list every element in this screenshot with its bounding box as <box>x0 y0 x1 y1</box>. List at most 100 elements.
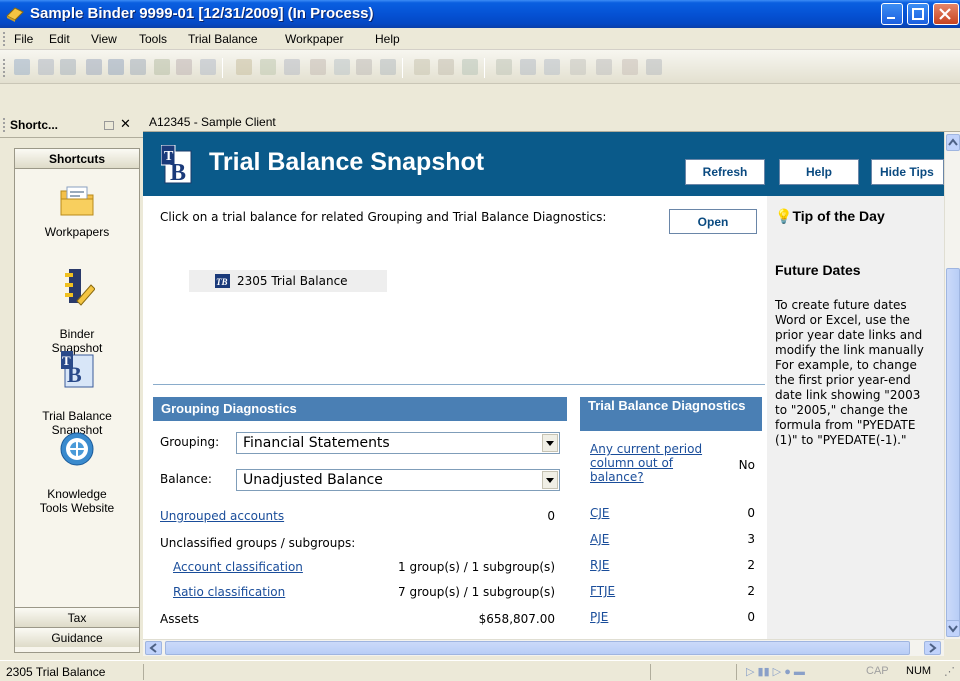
open-button[interactable]: Open <box>669 209 757 234</box>
shortcut-knowledge-tools-label: Knowledge Tools Website <box>39 487 115 515</box>
menu-edit[interactable]: Edit <box>49 32 70 46</box>
maximize-button[interactable] <box>907 3 929 25</box>
tb-icon-10[interactable] <box>236 59 252 75</box>
menu-tools[interactable]: Tools <box>139 32 167 46</box>
ungrouped-accounts-link[interactable]: Ungrouped accounts <box>160 509 284 523</box>
tag-icon[interactable] <box>622 59 638 75</box>
tb-icon-19[interactable] <box>462 59 478 75</box>
paste-icon[interactable] <box>356 59 372 75</box>
tb-icon-26[interactable] <box>646 59 662 75</box>
vertical-scroll-thumb[interactable] <box>946 268 960 634</box>
playback-controls-icon[interactable]: ▷ ▮▮ ▷ ● ▬ <box>746 665 805 678</box>
toolbar-grip[interactable] <box>3 59 6 77</box>
toolbar-separator <box>222 58 223 78</box>
resize-grip-icon[interactable]: ⋰ <box>944 665 955 678</box>
pje-link[interactable]: PJE <box>590 610 608 624</box>
new-binder-icon[interactable] <box>14 59 30 75</box>
page-title: Trial Balance Snapshot <box>209 148 485 176</box>
scroll-up-button[interactable] <box>946 134 960 151</box>
refresh-button[interactable]: Refresh <box>685 159 765 185</box>
account-classification-link[interactable]: Account classification <box>173 560 303 574</box>
snapshot-content: T B Trial Balance Snapshot Refresh Help … <box>143 132 944 639</box>
chevron-down-icon[interactable] <box>542 434 558 452</box>
horizontal-scroll-thumb[interactable] <box>165 641 910 655</box>
scroll-down-button[interactable] <box>946 620 960 637</box>
snapshot-banner: T B Trial Balance Snapshot Refresh Help … <box>143 132 944 196</box>
balance-select[interactable]: Unadjusted Balance <box>236 469 560 491</box>
pin-icon[interactable] <box>104 121 114 130</box>
copy-icon[interactable] <box>334 59 350 75</box>
menu-trial-balance[interactable]: Trial Balance <box>188 32 258 46</box>
tb-icon-17[interactable] <box>414 59 430 75</box>
tb-icon-9[interactable] <box>200 59 216 75</box>
ungrouped-accounts-value: 0 <box>547 509 555 523</box>
aje-link[interactable]: AJE <box>590 532 609 546</box>
help-button[interactable]: Help <box>779 159 859 185</box>
tb-icon-8[interactable] <box>176 59 192 75</box>
rje-link[interactable]: RJE <box>590 558 609 572</box>
svg-text:T: T <box>62 353 71 368</box>
ftje-link[interactable]: FTJE <box>590 584 615 598</box>
tb-icon-20[interactable] <box>496 59 512 75</box>
tb-icon-6[interactable] <box>130 59 146 75</box>
window-title: Sample Binder 9999-01 [12/31/2009] (In P… <box>30 5 374 22</box>
scroll-right-button[interactable] <box>924 641 941 655</box>
tax-tab[interactable]: Tax <box>15 607 139 627</box>
menu-bar: File Edit View Tools Trial Balance Workp… <box>0 28 960 50</box>
out-of-balance-value: No <box>738 458 755 472</box>
minimize-icon <box>887 17 895 19</box>
tb-icon-4[interactable] <box>86 59 102 75</box>
trial-balance-list-item[interactable]: TB 2305 Trial Balance <box>189 270 387 292</box>
menu-view[interactable]: View <box>91 32 117 46</box>
lock-icon[interactable] <box>520 59 536 75</box>
minimize-button[interactable] <box>881 3 903 25</box>
chevron-down-icon[interactable] <box>542 471 558 489</box>
unlink-icon[interactable] <box>596 59 612 75</box>
guidance-tab[interactable]: Guidance <box>15 627 139 647</box>
menu-grip[interactable] <box>3 32 6 46</box>
new-document-icon[interactable] <box>38 59 54 75</box>
menu-workpaper[interactable]: Workpaper <box>285 32 343 46</box>
unclassified-label: Unclassified groups / subgroups: <box>160 536 356 550</box>
document-tab-label: A12345 - Sample Client <box>149 115 276 129</box>
grouping-select-value: Financial Statements <box>243 435 390 451</box>
shortcut-knowledge-tools[interactable]: Knowledge Tools Website <box>15 417 139 515</box>
menu-help[interactable]: Help <box>375 32 400 46</box>
hide-tips-button[interactable]: Hide Tips <box>871 159 944 185</box>
lightbulb-icon: 💡 <box>775 208 793 224</box>
num-lock-indicator: NUM <box>906 665 932 677</box>
ratio-classification-link[interactable]: Ratio classification <box>173 585 285 599</box>
tb-icon-11[interactable] <box>260 59 276 75</box>
horizontal-scrollbar[interactable] <box>143 639 944 656</box>
document-tab[interactable]: A12345 - Sample Client <box>143 112 960 132</box>
close-button[interactable] <box>933 3 959 25</box>
close-pane-icon[interactable]: ✕ <box>120 117 131 132</box>
title-bar[interactable]: Sample Binder 9999-01 [12/31/2009] (In P… <box>0 0 960 28</box>
cje-link[interactable]: CJE <box>590 506 610 520</box>
shortcut-workpapers[interactable]: Workpapers <box>15 183 139 239</box>
close-icon <box>939 8 951 20</box>
tb-icon-7[interactable] <box>154 59 170 75</box>
shortcuts-pane-header: Shortc... ✕ <box>0 112 143 138</box>
scroll-left-button[interactable] <box>145 641 162 655</box>
svg-text:B: B <box>170 160 186 185</box>
tb-icon-18[interactable] <box>438 59 454 75</box>
tb-icon-16[interactable] <box>380 59 396 75</box>
menu-file[interactable]: File <box>14 32 33 46</box>
shortcuts-header[interactable]: Shortcuts <box>15 149 139 169</box>
tb-logo-icon: T B <box>161 145 192 185</box>
unlock-icon[interactable] <box>544 59 560 75</box>
out-of-balance-link[interactable]: Any current period column out of balance… <box>590 442 730 484</box>
open-document-icon[interactable] <box>60 59 76 75</box>
chevron-left-icon <box>149 643 157 653</box>
cut-icon[interactable] <box>310 59 326 75</box>
tb-icon-5[interactable] <box>108 59 124 75</box>
intro-text: Click on a trial balance for related Gro… <box>160 210 607 224</box>
app-icon <box>6 7 24 22</box>
grouping-select[interactable]: Financial Statements <box>236 432 560 454</box>
vertical-scrollbar[interactable] <box>944 132 960 639</box>
pane-grip[interactable] <box>3 118 6 132</box>
tb-icon-12[interactable] <box>284 59 300 75</box>
caps-lock-indicator: CAP <box>866 665 889 677</box>
link-icon[interactable] <box>570 59 586 75</box>
